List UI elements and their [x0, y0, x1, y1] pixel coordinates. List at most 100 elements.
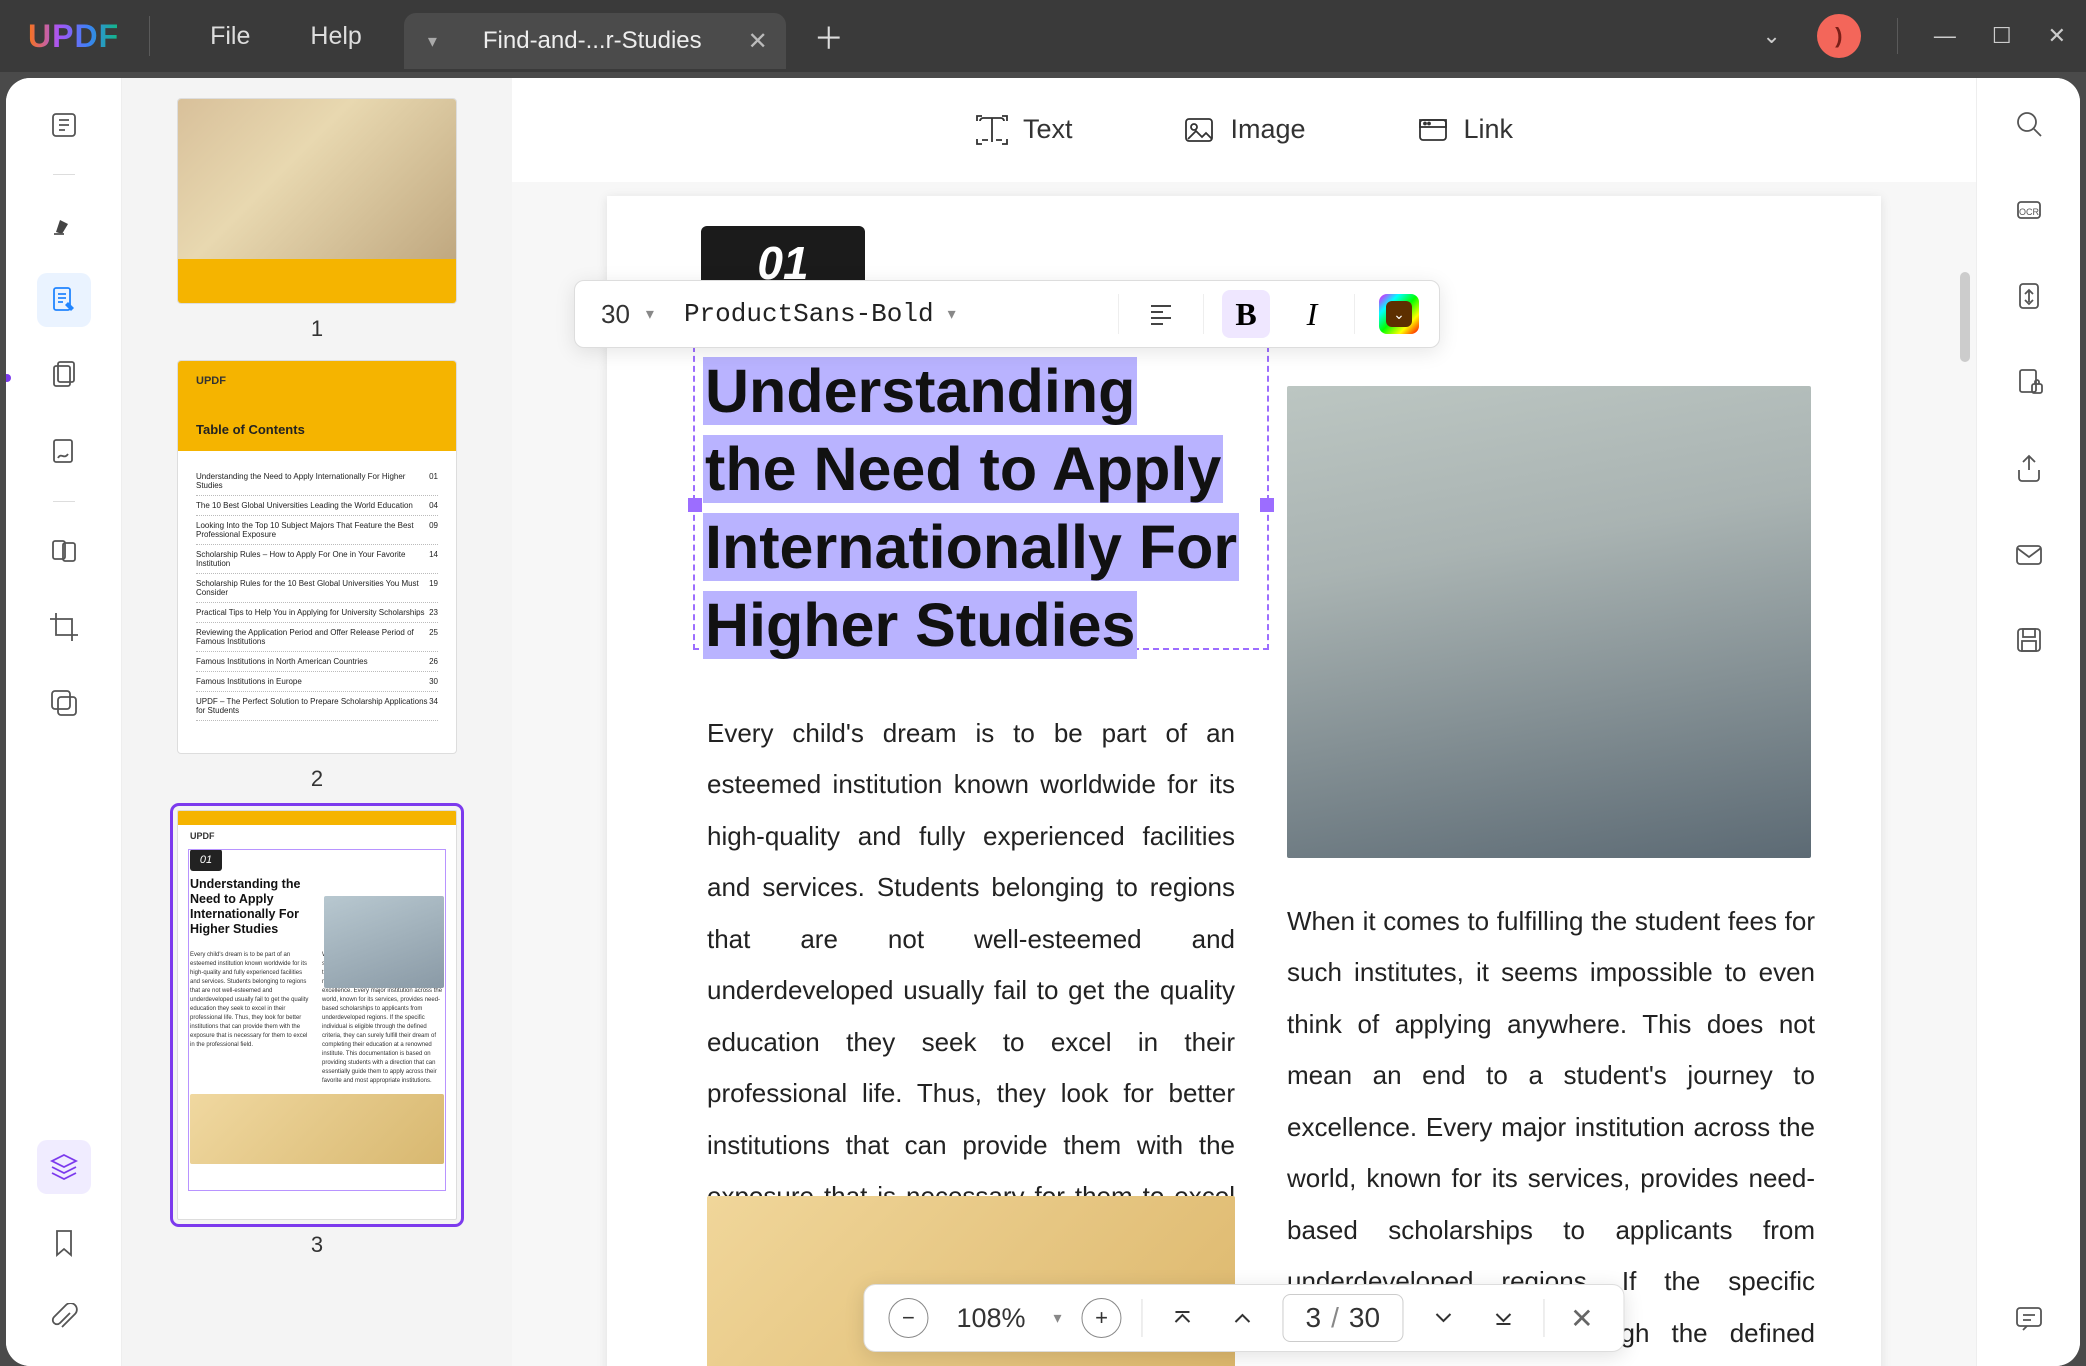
stack-icon: [48, 687, 80, 719]
reader-mode-button[interactable]: [37, 98, 91, 152]
dropdown-icon[interactable]: ▾: [646, 304, 654, 324]
heading-line: Internationally For: [703, 513, 1239, 581]
edit-image-label: Image: [1230, 114, 1305, 145]
thumbnails-panel[interactable]: 1 UPDF Table of Contents Understanding t…: [122, 78, 512, 1366]
save-button[interactable]: [2007, 618, 2051, 662]
double-page-icon: [48, 535, 80, 567]
prev-page-button[interactable]: [1223, 1298, 1263, 1338]
align-button[interactable]: [1137, 290, 1185, 338]
last-page-button[interactable]: [1483, 1298, 1523, 1338]
share-button[interactable]: [2007, 446, 2051, 490]
crop-button[interactable]: [37, 600, 91, 654]
save-icon: [2013, 624, 2045, 656]
link-icon: [1416, 113, 1450, 147]
app-body: 1 UPDF Table of Contents Understanding t…: [0, 72, 2086, 1366]
italic-button[interactable]: I: [1288, 290, 1336, 338]
close-bar-button[interactable]: ✕: [1564, 1302, 1599, 1335]
resize-handle-left[interactable]: [688, 498, 702, 512]
thumb-toc-body: Understanding the Need to Apply Internat…: [178, 451, 456, 741]
comment-tool-button[interactable]: [37, 197, 91, 251]
thumb-chapter: 01: [190, 849, 222, 871]
edit-link-button[interactable]: Link: [1416, 113, 1514, 147]
search-button[interactable]: [2007, 102, 2051, 146]
menu-help[interactable]: Help: [280, 22, 391, 51]
body-text-left[interactable]: Every child's dream is to be part of an …: [707, 708, 1235, 1274]
ocr-icon: OCR: [2013, 194, 2045, 226]
heading-line: the Need to Apply: [703, 435, 1223, 503]
fill-sign-button[interactable]: [37, 425, 91, 479]
toc-row: Looking Into the Top 10 Subject Majors T…: [196, 516, 438, 545]
close-button[interactable]: ✕: [2048, 23, 2066, 49]
maximize-button[interactable]: ☐: [1992, 23, 2012, 49]
thumbnails-panel-button[interactable]: [37, 1140, 91, 1194]
document-page[interactable]: 01 Understanding the Need to Apply Inter…: [607, 196, 1881, 1366]
bold-icon: B: [1235, 296, 1256, 333]
highlighter-icon: [48, 208, 80, 240]
share-icon: [2013, 452, 2045, 484]
page-number-input[interactable]: 3 / 30: [1283, 1294, 1404, 1342]
font-family-control[interactable]: ProductSans-Bold ▾: [684, 299, 1100, 329]
edit-image-button[interactable]: Image: [1182, 113, 1305, 147]
crop-icon: [48, 611, 80, 643]
dropdown-icon[interactable]: ▾: [948, 304, 956, 324]
convert-button[interactable]: [2007, 274, 2051, 318]
color-swatch-icon: ⌄: [1379, 294, 1419, 334]
font-size-control[interactable]: 30 ▾: [589, 299, 666, 330]
zoom-dropdown-icon[interactable]: ▾: [1054, 1308, 1062, 1328]
page-tools-button[interactable]: [37, 524, 91, 578]
chat-icon: [2013, 1302, 2045, 1334]
thumbnail-item[interactable]: UPDF 01 Understanding the Need to Apply …: [177, 810, 457, 1258]
user-avatar[interactable]: ): [1817, 14, 1861, 58]
thumb-logo: UPDF: [190, 831, 456, 841]
pages-icon: [48, 360, 80, 392]
zoom-out-button[interactable]: −: [888, 1298, 928, 1338]
toc-row: Famous Institutions in Europe30: [196, 672, 438, 692]
page-image[interactable]: [1287, 386, 1811, 858]
tab-dropdown-icon[interactable]: ▾: [428, 31, 437, 52]
thumbnail-page-2[interactable]: UPDF Table of Contents Understanding the…: [177, 360, 457, 754]
next-page-button[interactable]: [1423, 1298, 1463, 1338]
close-icon[interactable]: ✕: [748, 27, 768, 56]
heading-line: Higher Studies: [703, 591, 1137, 659]
new-tab-button[interactable]: ＋: [814, 14, 844, 58]
email-button[interactable]: [2007, 532, 2051, 576]
thumbnail-number: 3: [311, 1232, 323, 1258]
menu-file[interactable]: File: [180, 22, 280, 51]
thumbnail-number: 1: [311, 316, 323, 342]
bold-button[interactable]: B: [1222, 290, 1270, 338]
thumb-bar: [178, 259, 456, 304]
app-logo: UPDF: [28, 18, 119, 55]
zoom-in-button[interactable]: +: [1082, 1298, 1122, 1338]
edit-mode-toolbar: Text Image Link: [512, 78, 1976, 182]
page-heading[interactable]: Understanding the Need to Apply Internat…: [703, 352, 1263, 664]
toc-row: Reviewing the Application Period and Off…: [196, 623, 438, 652]
protect-button[interactable]: [2007, 360, 2051, 404]
thumb-bar: [178, 811, 456, 825]
edit-pdf-button[interactable]: [37, 273, 91, 327]
ocr-button[interactable]: OCR: [2007, 188, 2051, 232]
comments-panel-button[interactable]: [2007, 1296, 2051, 1340]
bookmarks-button[interactable]: [37, 1216, 91, 1270]
minimize-button[interactable]: —: [1934, 23, 1956, 49]
zoom-value[interactable]: 108%: [948, 1303, 1033, 1334]
text-color-button[interactable]: ⌄: [1373, 290, 1425, 338]
separator: [1897, 18, 1898, 54]
chevron-down-icon[interactable]: ⌄: [1762, 23, 1780, 49]
thumb-image: [178, 99, 456, 259]
watermark-button[interactable]: [37, 676, 91, 730]
toc-row: UPDF – The Perfect Solution to Prepare S…: [196, 692, 438, 721]
thumbnail-item[interactable]: 1: [177, 98, 457, 342]
first-page-button[interactable]: [1163, 1298, 1203, 1338]
page-viewport[interactable]: 30 ▾ ProductSans-Bold ▾ B I: [512, 182, 1976, 1366]
book-icon: [48, 109, 80, 141]
scrollbar-thumb[interactable]: [1960, 272, 1970, 362]
organize-pages-button[interactable]: [37, 349, 91, 403]
edit-text-button[interactable]: Text: [975, 113, 1073, 147]
thumbnail-page-3[interactable]: UPDF 01 Understanding the Need to Apply …: [177, 810, 457, 1220]
separator: [1142, 1299, 1143, 1337]
thumbnail-item[interactable]: UPDF Table of Contents Understanding the…: [177, 360, 457, 792]
attachments-button[interactable]: [37, 1292, 91, 1346]
document-tab[interactable]: ▾ Find-and-...r-Studies ✕: [404, 13, 786, 69]
thumbnail-page-1[interactable]: [177, 98, 457, 304]
separator: [1118, 294, 1119, 334]
